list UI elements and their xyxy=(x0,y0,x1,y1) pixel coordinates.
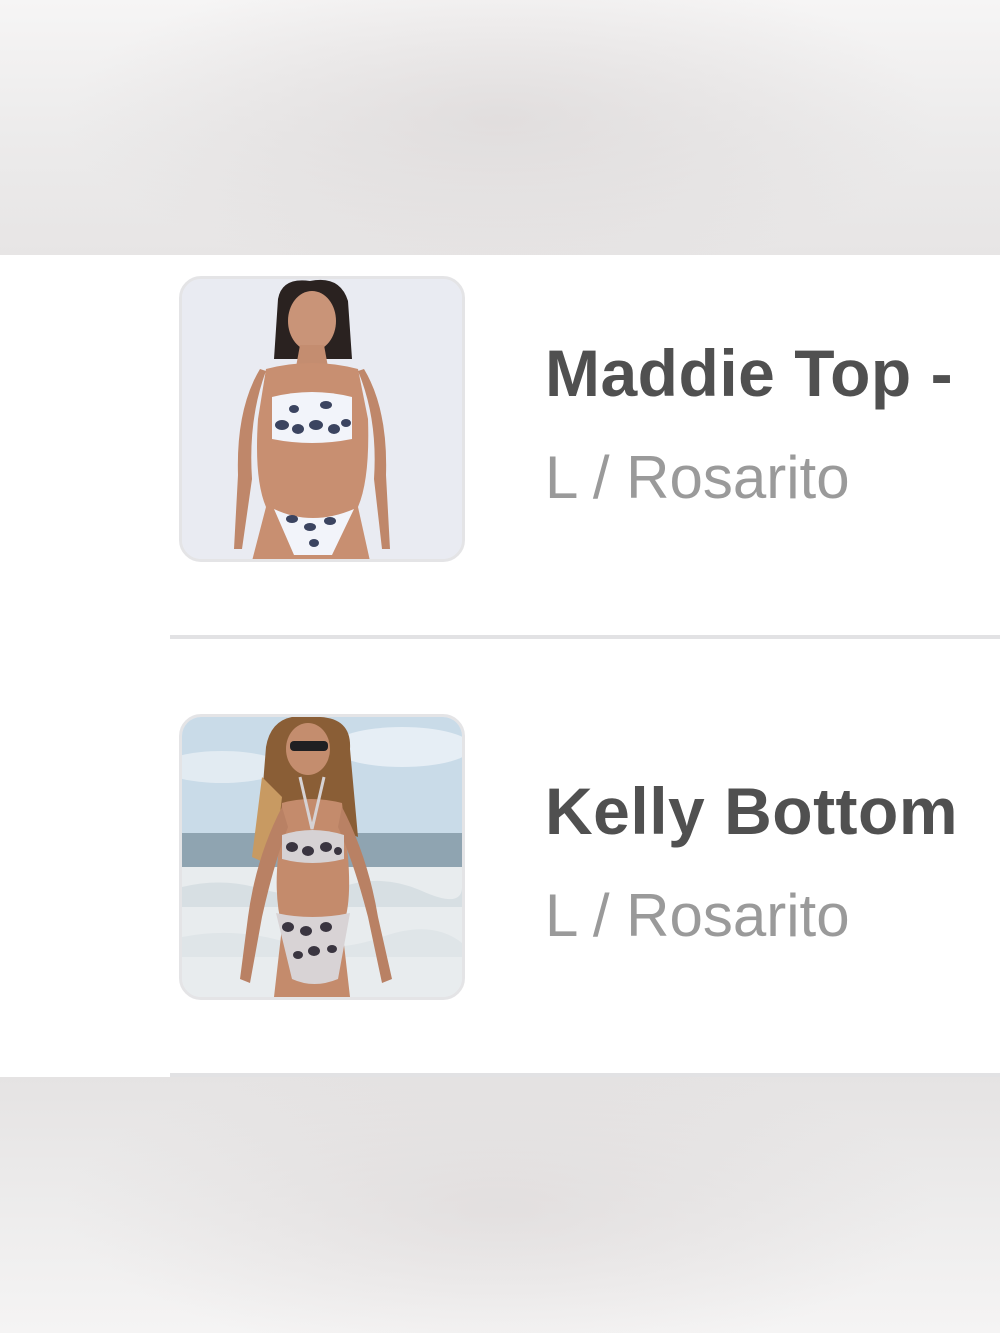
divider xyxy=(170,635,1000,639)
product-thumbnail[interactable] xyxy=(179,276,465,562)
blurred-background-bottom xyxy=(0,1077,1000,1333)
screen: Maddie Top - L / Rosarito Kelly Bottom L… xyxy=(0,0,1000,1333)
blurred-background-top xyxy=(0,0,1000,255)
cart-item[interactable]: Maddie Top - L / Rosarito xyxy=(0,255,1000,693)
cart-item[interactable]: Kelly Bottom L / Rosarito xyxy=(0,693,1000,1131)
product-photo-model-studio xyxy=(182,279,462,559)
product-thumbnail[interactable] xyxy=(179,714,465,1000)
cart-item-list: Maddie Top - L / Rosarito Kelly Bottom L… xyxy=(0,255,1000,1077)
product-title[interactable]: Kelly Bottom xyxy=(545,773,958,849)
product-photo-model-beach xyxy=(182,717,462,997)
product-title[interactable]: Maddie Top - xyxy=(545,335,953,411)
product-variant: L / Rosarito xyxy=(545,882,850,949)
product-variant: L / Rosarito xyxy=(545,444,850,511)
